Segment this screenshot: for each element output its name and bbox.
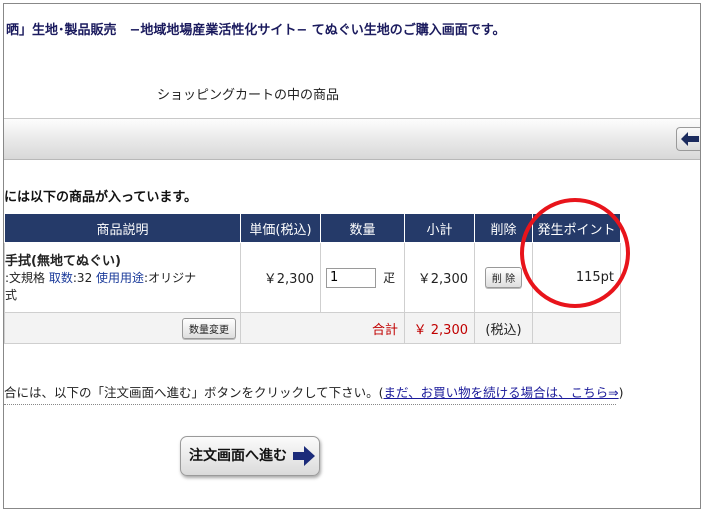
change-qty-cell: 数量変更: [4, 312, 241, 344]
arrow-left-icon: [681, 132, 699, 146]
table-row: 手拭(無地てぬぐい) :文規格 取数:32 使用用途:オリジナ 式 ￥2,300…: [4, 242, 621, 313]
proceed-button-label: 注文画面へ進む: [189, 448, 287, 464]
item-usage-label: 使用用途: [96, 271, 145, 285]
item-desc-end: 式: [5, 288, 18, 302]
item-count-label: 取数: [48, 271, 73, 285]
item-usage-value: :オリジナ: [144, 271, 197, 285]
proceed-to-order-button[interactable]: 注文画面へ進む: [180, 436, 320, 476]
item-points: 115pt: [532, 242, 621, 313]
change-quantity-button[interactable]: 数量変更: [182, 317, 236, 339]
item-delete-cell: 削 除: [474, 242, 533, 313]
item-name: 手拭(無地てぬぐい): [5, 254, 121, 269]
total-empty-cell: [532, 312, 621, 344]
tax-note: (税込): [474, 312, 533, 344]
continue-shopping-link[interactable]: まだ、お買い物を続ける場合は、こちら⇒: [384, 385, 619, 400]
cart-table: 商品説明 単価(税込) 数量 小計 削除 発生ポイント 手拭(無地てぬぐい) :…: [4, 213, 621, 344]
page-header-title: 晒」生地･製品販売 −地域地場産業活性化サイト− てぬぐい生地のご購入画面です。: [6, 23, 506, 38]
item-description-cell: 手拭(無地てぬぐい) :文規格 取数:32 使用用途:オリジナ 式: [4, 242, 241, 313]
order-instruction: 合には、以下の「注文画面へ進む」ボタンをクリックして下さい。(まだ、お買い物を続…: [4, 382, 624, 405]
toolbar-bar: [4, 118, 700, 160]
item-unit-price: ￥2,300: [240, 242, 321, 313]
arrow-right-icon: [293, 446, 315, 466]
total-value: ￥ 2,300: [404, 312, 475, 344]
total-label: 合計: [240, 312, 405, 344]
quantity-input[interactable]: [326, 267, 376, 288]
quantity-unit: 疋: [383, 271, 396, 285]
item-spec-prefix: :文規格: [5, 271, 46, 285]
col-header-unit-price: 単価(税込): [240, 213, 321, 243]
delete-button[interactable]: 削 除: [484, 267, 523, 288]
col-header-delete: 削除: [474, 213, 533, 243]
item-quantity-cell: 疋: [320, 242, 405, 313]
order-instruction-close: ): [618, 385, 624, 400]
col-header-quantity: 数量: [320, 213, 405, 243]
order-instruction-text: 合には、以下の「注文画面へ進む」ボタンをクリックして下さい。(: [4, 385, 384, 400]
col-header-subtotal: 小計: [404, 213, 475, 243]
back-button[interactable]: [676, 127, 700, 151]
cart-heading: ショッピングカートの中の商品: [157, 88, 340, 103]
item-spec-line: :文規格 取数:32 使用用途:オリジナ: [5, 270, 236, 287]
col-header-points: 発生ポイント: [532, 213, 621, 243]
table-total-row: 数量変更 合計 ￥ 2,300 (税込): [4, 312, 621, 344]
item-subtotal: ￥2,300: [404, 242, 475, 313]
page-frame: 晒」生地･製品販売 −地域地場産業活性化サイト− てぬぐい生地のご購入画面です。…: [3, 3, 701, 509]
cart-intro-text: には以下の商品が入っています。: [4, 190, 198, 205]
table-header-row: 商品説明 単価(税込) 数量 小計 削除 発生ポイント: [4, 213, 621, 243]
col-header-description: 商品説明: [4, 213, 241, 243]
item-count-value: :32: [72, 271, 93, 285]
